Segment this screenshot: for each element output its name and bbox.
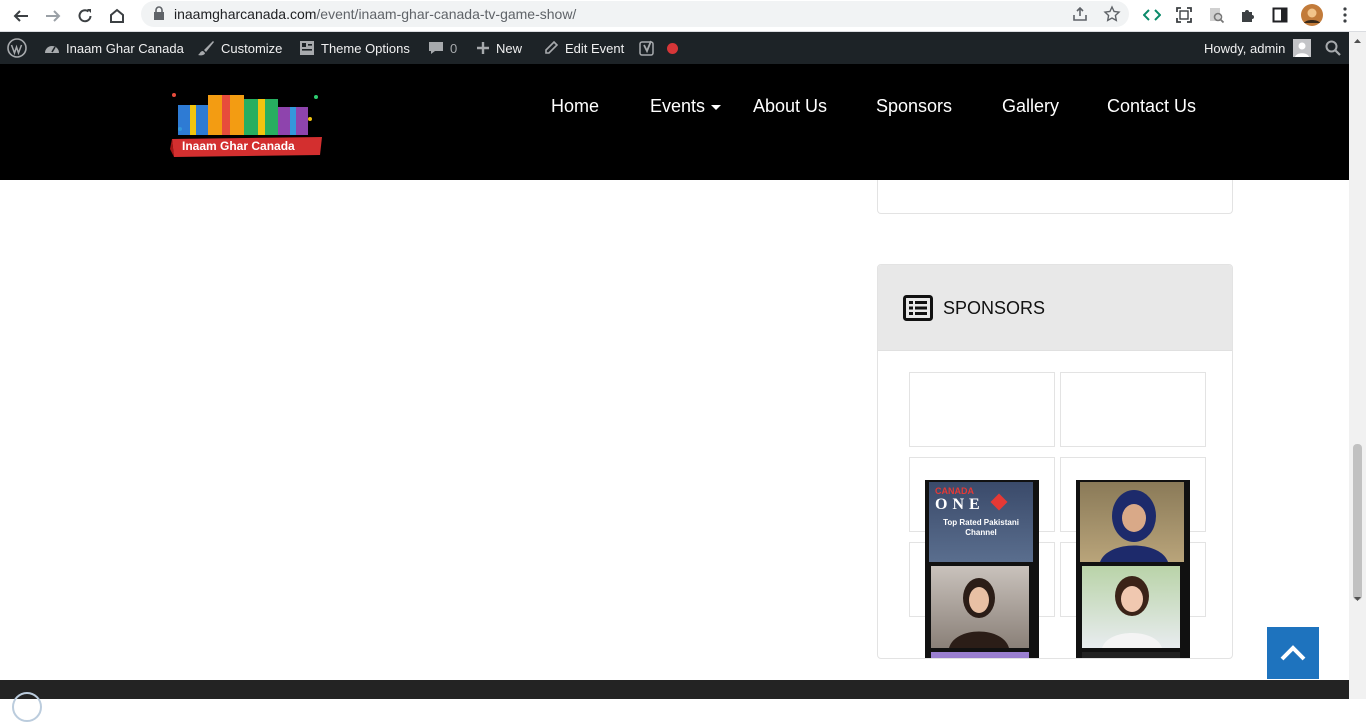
forward-icon[interactable]	[40, 3, 66, 29]
browser-menu-icon[interactable]	[1334, 4, 1356, 26]
poster-portrait-photo	[931, 566, 1029, 648]
portrait-woman-icon	[949, 578, 1009, 648]
poster-top-text: CANADA	[935, 486, 974, 496]
yoast-seo-icon	[639, 39, 657, 57]
theme-options-link[interactable]: Theme Options	[299, 32, 410, 64]
poster-hijab-photo	[1080, 482, 1184, 562]
plus-icon	[476, 41, 490, 55]
url-domain: inaamgharcanada.com	[174, 6, 317, 22]
scroll-up-arrow-icon[interactable]	[1349, 34, 1366, 48]
back-icon[interactable]	[8, 3, 34, 29]
nav-events[interactable]: Events	[650, 96, 722, 117]
back-to-top-button[interactable]	[1267, 627, 1319, 679]
footer-logo-icon	[12, 692, 42, 722]
sponsor-tile[interactable]	[1060, 372, 1206, 447]
url-path: /event/inaam-ghar-canada-tv-game-show/	[316, 6, 577, 22]
poster-strip	[931, 652, 1029, 658]
nav-events-label: Events	[650, 96, 706, 116]
nav-contact[interactable]: Contact Us	[1107, 96, 1196, 117]
chevron-down-icon	[711, 104, 722, 110]
profile-avatar[interactable]	[1301, 4, 1323, 26]
poster-portrait-photo	[1082, 566, 1180, 648]
bookmark-star-icon[interactable]	[1103, 5, 1121, 23]
extensions-puzzle-icon[interactable]	[1237, 4, 1259, 26]
edit-event-label: Edit Event	[565, 40, 625, 56]
extension-code-icon[interactable]	[1141, 4, 1163, 26]
sponsors-widget: SPONSORS CANADA ONE Top Rated Pakistani …	[877, 264, 1233, 659]
theme-options-label: Theme Options	[321, 40, 410, 56]
sponsors-widget-header: SPONSORS	[878, 265, 1232, 351]
scroll-down-arrow-icon[interactable]	[1349, 592, 1366, 606]
scrollbar-thumb[interactable]	[1353, 444, 1362, 600]
home-icon[interactable]	[104, 3, 130, 29]
admin-search-icon[interactable]	[1325, 32, 1341, 64]
portrait-woman-hijab-icon	[1100, 490, 1168, 562]
new-content-link[interactable]: New	[476, 32, 522, 64]
site-name-link[interactable]: Inaam Ghar Canada	[44, 32, 184, 64]
paintbrush-icon	[197, 40, 215, 56]
seo-status-dot-icon	[667, 42, 678, 54]
nav-about[interactable]: About Us	[753, 96, 827, 117]
sponsor-poster-image[interactable]	[1076, 480, 1190, 658]
poster-brand-text: ONE	[935, 496, 985, 513]
nav-gallery[interactable]: Gallery	[1002, 96, 1059, 117]
site-footer	[0, 680, 1349, 722]
url-text: inaamgharcanada.com/event/inaam-ghar-can…	[174, 6, 576, 22]
lock-icon	[153, 6, 165, 25]
user-avatar-icon	[1293, 39, 1312, 57]
chevron-up-icon	[1280, 645, 1306, 661]
howdy-label: Howdy, admin	[1204, 40, 1286, 56]
browser-toolbar: inaamgharcanada.com/event/inaam-ghar-can…	[0, 0, 1366, 32]
sponsor-tile[interactable]	[909, 372, 1055, 447]
page-scrollbar[interactable]	[1349, 32, 1366, 699]
new-label: New	[496, 40, 523, 56]
poster-canada-one: CANADA ONE Top Rated Pakistani Channel	[929, 482, 1033, 562]
customize-label: Customize	[221, 40, 283, 56]
wp-admin-bar: Inaam Ghar Canada Customize Theme Option…	[0, 32, 1349, 64]
seo-plugin-menu[interactable]	[639, 32, 678, 64]
list-icon	[903, 295, 933, 326]
poster-strip	[1082, 652, 1180, 658]
wordpress-logo-icon[interactable]	[7, 32, 27, 64]
customize-link[interactable]: Customize	[197, 32, 282, 64]
inspect-extension-icon[interactable]	[1205, 4, 1227, 26]
sponsor-poster-image[interactable]: CANADA ONE Top Rated Pakistani Channel	[925, 480, 1039, 658]
poster-tagline: Top Rated Pakistani Channel	[943, 518, 1019, 537]
portrait-woman-icon	[1102, 576, 1162, 648]
address-bar[interactable]: inaamgharcanada.com/event/inaam-ghar-can…	[141, 1, 1129, 27]
theme-options-icon	[299, 40, 315, 56]
reload-icon[interactable]	[72, 3, 98, 29]
site-name-label: Inaam Ghar Canada	[66, 40, 184, 56]
pencil-icon	[543, 40, 559, 56]
my-account-menu[interactable]: Howdy, admin	[1204, 32, 1312, 64]
site-logo[interactable]: Inaam Ghar Canada	[170, 89, 324, 161]
comments-link[interactable]: 0	[428, 32, 457, 64]
nav-home[interactable]: Home	[551, 96, 599, 117]
maple-leaf-icon	[990, 493, 1008, 511]
edit-event-link[interactable]: Edit Event	[543, 32, 624, 64]
share-icon[interactable]	[1071, 5, 1089, 23]
comment-bubble-icon	[428, 40, 444, 56]
logo-text: Inaam Ghar Canada	[182, 139, 295, 153]
dashboard-icon	[44, 41, 60, 55]
sponsors-widget-title: SPONSORS	[943, 298, 1046, 318]
nav-sponsors[interactable]: Sponsors	[876, 96, 952, 117]
screenshot-icon[interactable]	[1173, 4, 1195, 26]
previous-widget-bottom	[877, 180, 1233, 214]
comments-count: 0	[450, 40, 458, 56]
side-panel-icon[interactable]	[1269, 4, 1291, 26]
site-header: Inaam Ghar Canada Home Events About Us S…	[0, 64, 1349, 180]
